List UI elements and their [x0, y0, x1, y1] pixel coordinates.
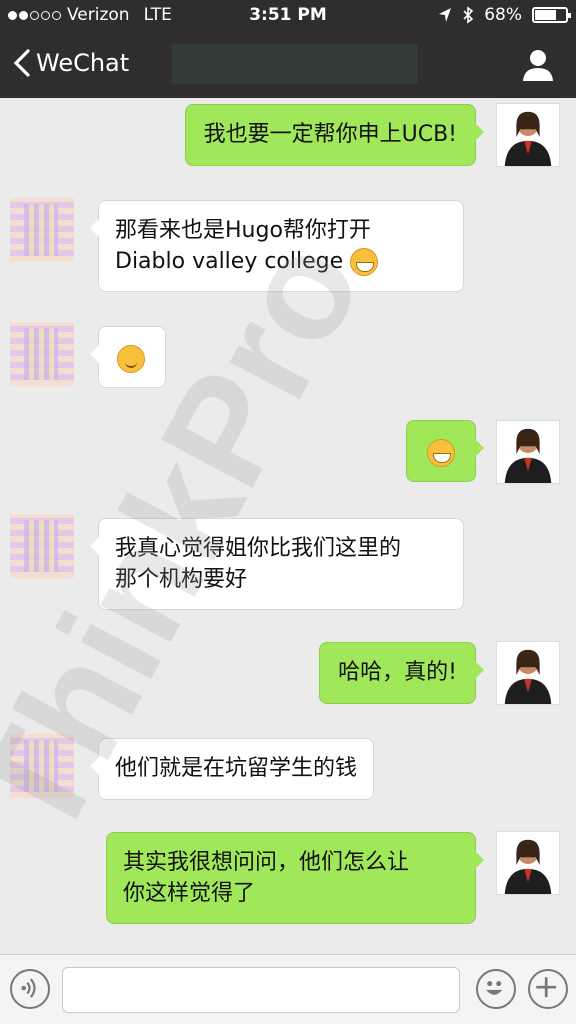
- message-text: 我也要一定帮你申上UCB!: [203, 122, 457, 147]
- message-text: 哈哈，真的!: [338, 660, 457, 685]
- smile-emoji-icon: [117, 345, 145, 373]
- contact-avatar[interactable]: [10, 734, 74, 798]
- emoji-icon: [486, 981, 503, 995]
- message-list[interactable]: 我也要一定帮你申上UCB! 那看来也是Hugo帮你打开 Diablo valle…: [0, 98, 576, 954]
- status-bar: Verizon LTE 3:51 PM 68%: [0, 0, 576, 32]
- chevron-left-icon: [13, 49, 30, 77]
- back-button[interactable]: WeChat: [12, 48, 129, 78]
- message-text-line: 那个机构要好: [115, 567, 248, 592]
- message-bubble-in[interactable]: 那看来也是Hugo帮你打开 Diablo valley college: [90, 200, 464, 292]
- back-label: WeChat: [36, 49, 130, 77]
- contact-profile-icon[interactable]: [522, 48, 554, 82]
- message-bubble-in[interactable]: 他们就是在坑留学生的钱: [89, 738, 375, 800]
- my-avatar[interactable]: [496, 641, 560, 705]
- my-avatar[interactable]: [496, 420, 560, 484]
- message-bubble-in[interactable]: [90, 326, 166, 388]
- voice-icon: [21, 978, 36, 998]
- message-bubble-in[interactable]: 我真心觉得姐你比我们这里的 那个机构要好: [90, 518, 464, 610]
- message-bubble-out[interactable]: 哈哈，真的!: [319, 642, 484, 704]
- chat-title-redacted: [172, 44, 418, 84]
- contact-avatar[interactable]: [10, 322, 74, 386]
- plus-icon: [536, 977, 557, 998]
- grin-emoji-icon: [350, 248, 379, 276]
- message-text-line: 那看来也是Hugo帮你打开: [115, 218, 371, 243]
- message-text-line: 你这样觉得了: [123, 881, 256, 906]
- emoji-button[interactable]: [476, 969, 516, 1009]
- message-text: 他们就是在坑留学生的钱: [115, 756, 358, 781]
- battery-icon: [532, 7, 571, 23]
- message-bubble-out[interactable]: 其实我很想问问，他们怎么让 你这样觉得了: [106, 832, 484, 924]
- my-avatar[interactable]: [496, 103, 560, 167]
- message-input[interactable]: [62, 967, 460, 1013]
- add-attachment-button[interactable]: [528, 969, 568, 1009]
- contact-avatar[interactable]: [10, 514, 74, 578]
- message-text-line: 其实我很想问问，他们怎么让: [123, 850, 410, 875]
- input-bar: [0, 954, 576, 1024]
- message-text-line: 我真心觉得姐你比我们这里的: [115, 536, 402, 561]
- my-avatar[interactable]: [496, 831, 560, 895]
- message-bubble-out[interactable]: 我也要一定帮你申上UCB!: [184, 104, 485, 166]
- bluetooth-icon: [463, 6, 474, 24]
- message-bubble-out[interactable]: [406, 420, 484, 482]
- battery-percent: 68%: [484, 5, 522, 25]
- voice-button[interactable]: [10, 969, 50, 1009]
- grin-emoji-icon: [427, 439, 455, 467]
- contact-avatar[interactable]: [10, 198, 74, 262]
- location-icon: [439, 8, 452, 22]
- nav-bar: WeChat: [0, 32, 576, 98]
- message-text-line: Diablo valley college: [115, 249, 344, 274]
